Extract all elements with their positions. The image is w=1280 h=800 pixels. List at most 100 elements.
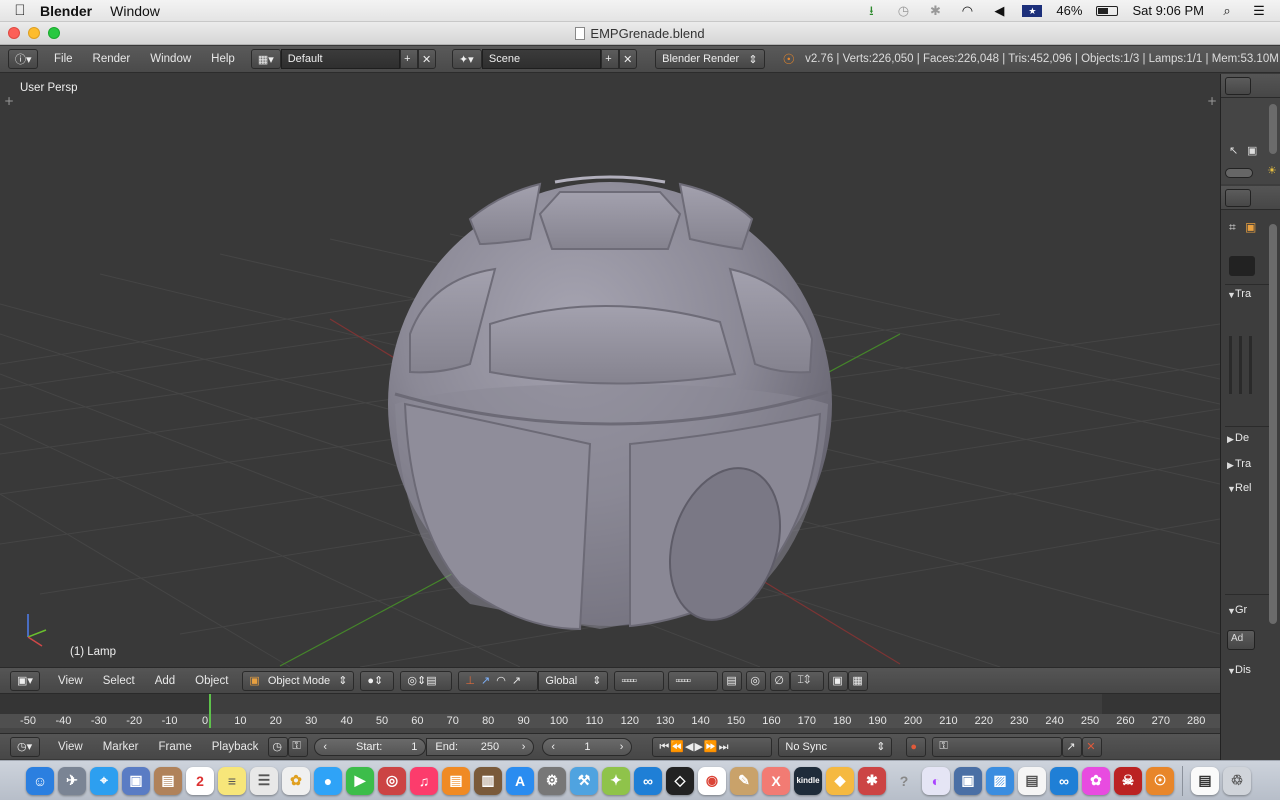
layers-grid-2[interactable]: ▫▫▫▫▫ — [668, 670, 719, 691]
lamp-data-tab-icon[interactable] — [1229, 256, 1255, 276]
visual-studio-2-icon[interactable]: ∞ — [1050, 766, 1078, 795]
volume-icon[interactable]: ◀ — [990, 3, 1008, 18]
object-menu[interactable]: Object — [185, 675, 238, 687]
right-arrow-icon[interactable]: › — [620, 741, 624, 753]
android-icon[interactable]: ✦ — [602, 766, 630, 795]
manipulator-icon[interactable]: ⊥ — [465, 674, 475, 687]
lock-layers-icon[interactable]: ▤ — [722, 670, 743, 691]
collapse-triangle-icon[interactable]: ▶ — [1227, 434, 1234, 445]
chrome-icon[interactable]: ◉ — [698, 766, 726, 795]
app-menu[interactable]: Blender — [40, 3, 92, 19]
left-arrow-icon[interactable]: ‹ — [551, 741, 555, 753]
document-viewer-icon[interactable]: ▤ — [1018, 766, 1046, 795]
slider-1[interactable] — [1229, 336, 1232, 394]
translate-icon[interactable]: ↗ — [481, 674, 490, 687]
messages-icon[interactable]: ● — [314, 766, 342, 795]
playback-menu[interactable]: Playback — [202, 741, 269, 753]
section-display[interactable]: Dis — [1235, 664, 1251, 676]
scene-name-field[interactable]: Scene — [481, 49, 602, 69]
playback-controls[interactable]: ⏮⏪◀▶⏩⏭ — [652, 736, 773, 757]
render-animation-icon[interactable]: ▦ — [848, 670, 869, 691]
render-engine-dropdown[interactable]: Blender Render ⇕ — [655, 49, 765, 69]
calendar-icon[interactable]: 2 — [186, 766, 214, 795]
marker-menu[interactable]: Marker — [93, 741, 149, 753]
transform-orientation-dropdown[interactable]: Global ⇕ — [538, 670, 609, 691]
mode-dropdown[interactable]: ▣ Object Mode ⇕ — [242, 670, 355, 691]
add-layout-icon[interactable]: + — [400, 49, 419, 69]
outliner-scrollbar[interactable] — [1269, 104, 1277, 154]
unity-icon[interactable]: ◇ — [666, 766, 694, 795]
preview-range-icon[interactable]: ◷ — [268, 736, 289, 757]
select-menu[interactable]: Select — [93, 675, 145, 687]
keying-set-field[interactable]: ⚿ — [932, 736, 1063, 757]
editor-type-info-icon[interactable]: ⓘ▾ — [8, 49, 38, 69]
window-menu-blender[interactable]: Window — [140, 53, 201, 65]
timeline-ruler[interactable]: -50 -40 -30 -20 -10 0 10 20 30 40 50 60 70 80 90 100 110… — [0, 714, 1220, 728]
system-preferences-icon[interactable]: ⚙ — [538, 766, 566, 795]
cursor-icon[interactable]: ↖ — [1229, 144, 1238, 157]
end-frame-field[interactable]: End: 250 › — [426, 737, 535, 756]
left-arrow-icon[interactable]: ‹ — [323, 741, 327, 753]
sketch-icon[interactable]: ◆ — [826, 766, 854, 795]
remove-scene-icon[interactable]: ✕ — [619, 49, 638, 69]
x-app-icon[interactable]: X — [762, 766, 790, 795]
properties-scrollbar[interactable] — [1269, 224, 1277, 624]
snap-icon[interactable]: ∅ — [770, 670, 791, 691]
color-picker-icon[interactable]: ◐ — [922, 766, 950, 795]
collapse-triangle-icon[interactable]: ▶ — [1227, 460, 1234, 471]
start-frame-field[interactable]: ‹ Start: 1 — [314, 737, 427, 756]
scene-icon[interactable]: ✦▾ — [451, 49, 482, 69]
facetime-icon[interactable]: ▶ — [346, 766, 374, 795]
photo-booth-icon[interactable]: ◎ — [378, 766, 406, 795]
clock[interactable]: Sat 9:06 PM — [1132, 3, 1204, 18]
camera-icon[interactable]: ▣ — [1247, 144, 1257, 157]
manipulator-buttons[interactable]: ⊥ ↗ ◠ ↗ — [458, 670, 539, 691]
remove-layout-icon[interactable]: ✕ — [418, 49, 436, 69]
section-relations[interactable]: Rel — [1235, 482, 1252, 494]
layers-grid-1[interactable]: ▫▫▫▫▫ — [614, 670, 665, 691]
scale-icon[interactable]: ↗ — [512, 674, 521, 687]
frame-menu[interactable]: Frame — [149, 741, 202, 753]
reminders-icon[interactable]: ☰ — [250, 766, 278, 795]
safari-icon[interactable]: ⌖ — [90, 766, 118, 795]
section-transform[interactable]: Tra — [1235, 288, 1251, 300]
download-icon[interactable]: ⭳ — [862, 3, 880, 18]
right-arrow-icon[interactable]: › — [522, 741, 526, 753]
section-transform-locks[interactable]: Tra — [1235, 458, 1251, 470]
notification-center-icon[interactable]: ☰ — [1250, 3, 1268, 18]
folder-icon[interactable]: ▨ — [986, 766, 1014, 795]
properties-panel[interactable]: ↖ ▣ ☀ ⌗ ▣ ▼ Tra ▶ De ▶ Tra ▼ Rel ▼ Gr Ad… — [1220, 74, 1280, 760]
viewport-shading-dropdown[interactable]: ●⇕ — [360, 670, 395, 691]
sync-dropdown[interactable]: No Sync ⇕ — [778, 736, 893, 757]
notes-icon[interactable]: ≡ — [218, 766, 246, 795]
timeline-track[interactable] — [0, 694, 1220, 714]
insert-keyframe-icon[interactable]: ↗ — [1062, 736, 1083, 757]
section-delta[interactable]: De — [1235, 432, 1249, 444]
xcode-icon[interactable]: ⚒ — [570, 766, 598, 795]
3d-viewport[interactable]: + + User Persp (1) Lamp — [0, 74, 1220, 667]
editor-type-3d-icon[interactable]: ▣▾ — [10, 670, 40, 691]
contacts-icon[interactable]: ▤ — [154, 766, 182, 795]
apple-menu-icon[interactable]:  — [0, 2, 40, 19]
ibooks-icon[interactable]: ▤ — [442, 766, 470, 795]
flower-app-icon[interactable]: ✿ — [1082, 766, 1110, 795]
paint-icon[interactable]: ✎ — [730, 766, 758, 795]
flag-icon[interactable]: ★ — [1022, 4, 1043, 17]
wifi-icon[interactable]: ◠ — [958, 3, 976, 18]
help-icon[interactable]: ? — [890, 767, 918, 795]
current-frame-field[interactable]: ‹ 1 › — [542, 737, 633, 756]
current-frame-marker[interactable] — [209, 694, 211, 728]
snap-element-dropdown[interactable]: ⌶⇕ — [790, 670, 825, 691]
rotate-icon[interactable]: ◠ — [496, 674, 506, 687]
slider-3[interactable] — [1249, 336, 1252, 394]
visual-studio-icon[interactable]: ∞ — [634, 766, 662, 795]
acrobat-icon[interactable]: ☠ — [1114, 766, 1142, 795]
books-icon[interactable]: ▥ — [474, 766, 502, 795]
layout-name-field[interactable]: Default — [280, 49, 401, 69]
pin-icon[interactable]: ⌗ — [1229, 220, 1236, 235]
add-menu[interactable]: Add — [145, 675, 185, 687]
slider-2[interactable] — [1239, 336, 1242, 394]
window-menu[interactable]: Window — [110, 3, 160, 19]
lock-time-icon[interactable]: ⚿ — [288, 736, 309, 757]
documents-stack-icon[interactable]: ▤ — [1191, 766, 1219, 795]
